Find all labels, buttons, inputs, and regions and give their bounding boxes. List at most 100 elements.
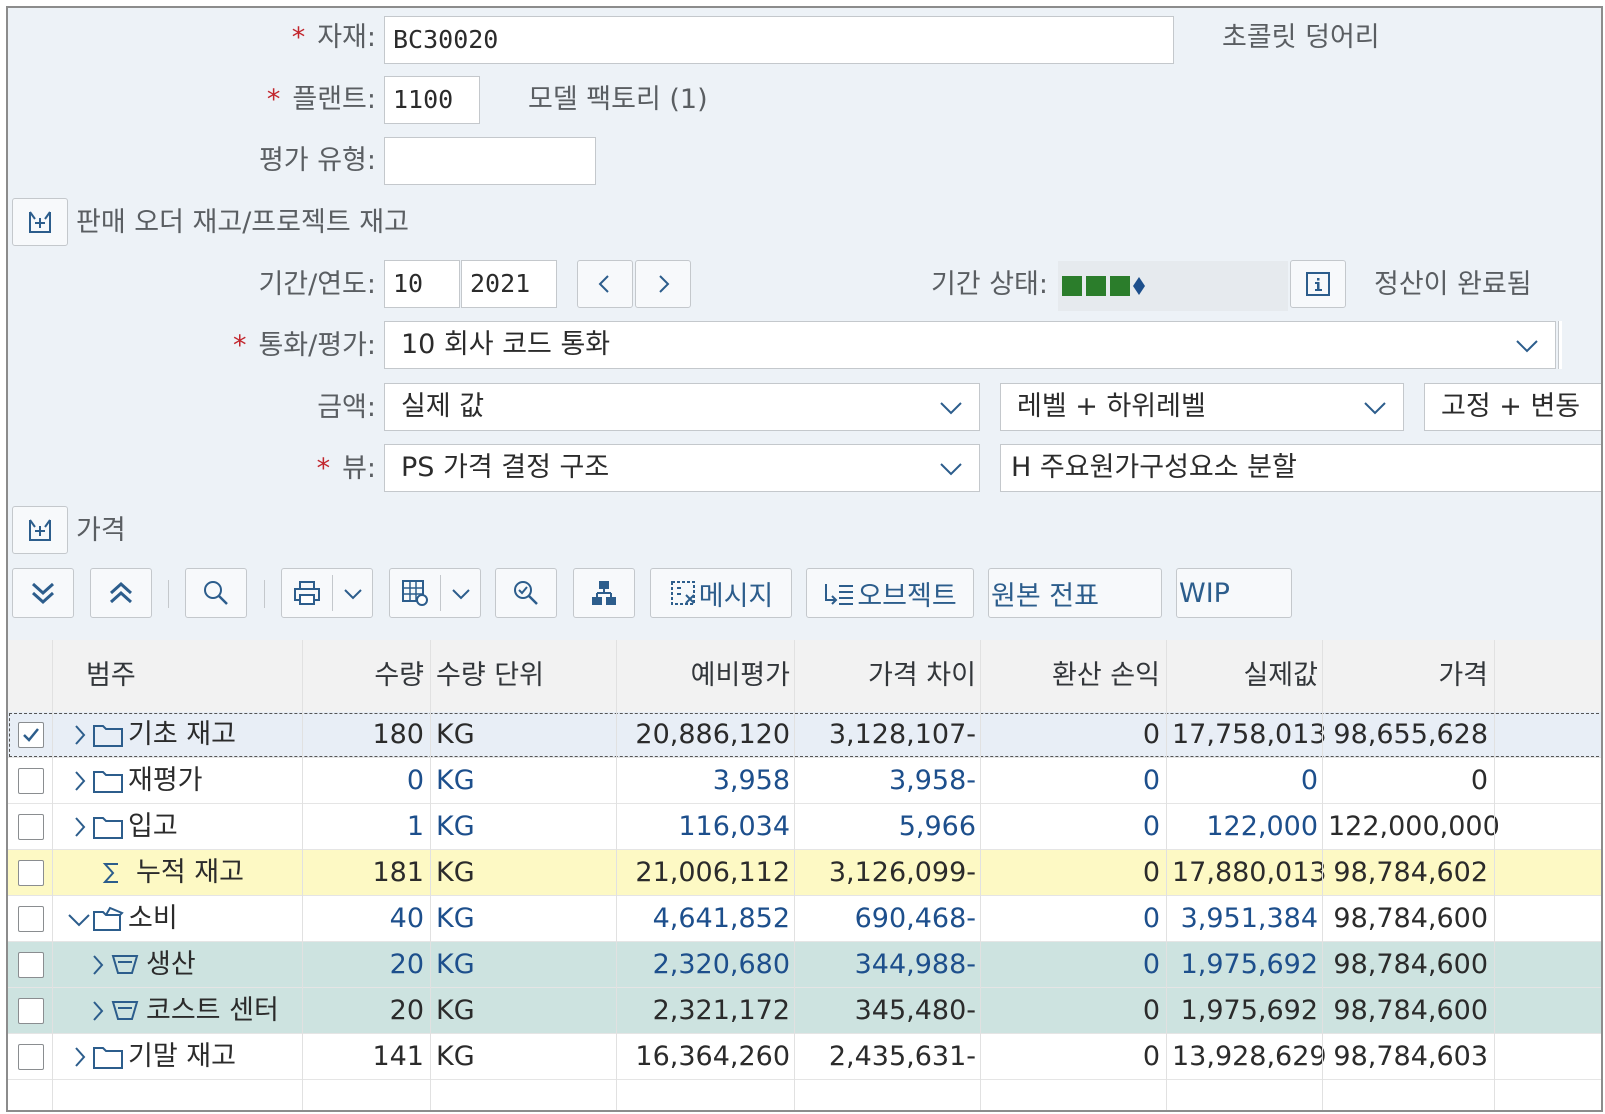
previous-period-button[interactable]	[577, 260, 633, 308]
level-select[interactable]: 레벨 + 하위레벨	[1000, 383, 1404, 431]
status-square	[1086, 276, 1106, 296]
column-divider	[794, 640, 795, 1110]
cost-component-select[interactable]: H 주요원가구성요소 분할	[1000, 444, 1601, 492]
table-header: 범주 수량 수량 단위 예비평가 가격 차이 환산 손익 실제값 가격	[8, 640, 1601, 712]
zoom-icon	[514, 581, 538, 605]
column-header-exchange-gain-loss[interactable]: 환산 손익	[986, 640, 1160, 712]
column-header-preliminary-valuation[interactable]: 예비평가	[622, 640, 790, 712]
column-header-price[interactable]: 가격	[1328, 640, 1488, 712]
row-checkbox[interactable]	[18, 1044, 44, 1070]
table-row[interactable]: 기말 재고 141 KG 16,364,260 2,435,631- 0 13,928,62…	[8, 1034, 1601, 1080]
expand-row-chevron-icon[interactable]	[90, 997, 106, 1025]
quantity-cell: 0	[406, 765, 424, 796]
category-cell: 기초 재고	[128, 719, 236, 750]
period-input[interactable]: 10	[384, 260, 460, 308]
collapse-all-button[interactable]	[90, 568, 152, 618]
quantity-cell: 181	[372, 857, 424, 888]
unit-cell: KG	[436, 903, 475, 934]
row-checkbox[interactable]	[18, 860, 44, 886]
material-input[interactable]: BC30020	[384, 16, 1174, 64]
unit-cell: KG	[436, 765, 475, 796]
source-document-button[interactable]: 원본 전표	[988, 568, 1162, 618]
messages-button-label: 메시지	[698, 580, 774, 612]
column-header-category[interactable]: 범주	[86, 640, 136, 712]
actual-value-cell: 0	[1300, 765, 1318, 796]
category-cell: 입고	[128, 811, 178, 842]
expand-row-chevron-icon[interactable]	[72, 1043, 88, 1071]
object-button[interactable]: 오브젝트	[806, 568, 974, 618]
layout-settings-menu-button[interactable]	[389, 568, 481, 618]
table-row[interactable]: 생산 20 KG 2,320,680 344,988- 0 1,975,692 98,784,…	[8, 942, 1601, 988]
hierarchy-icon	[592, 581, 616, 605]
row-checkbox[interactable]	[18, 722, 44, 748]
column-header-actual-value[interactable]: 실제값	[1172, 640, 1318, 712]
period-year-label: 기간/연도:	[258, 269, 376, 300]
object-button-label: 오브젝트	[857, 580, 957, 612]
row-checkbox[interactable]	[18, 768, 44, 794]
price-difference-cell: 2,435,631-	[828, 1041, 976, 1072]
folder-open-icon	[92, 905, 124, 933]
valuation-type-input[interactable]	[384, 137, 596, 185]
valuation-type-label: 평가 유형:	[258, 145, 376, 176]
cost-flow-icon	[110, 997, 140, 1025]
level-select-value: 레벨 + 하위레벨	[1017, 391, 1206, 422]
table-row[interactable]: 입고 1 KG 116,034 5,966 0 122,000 122,000,000	[8, 804, 1601, 850]
folder-icon	[92, 721, 124, 749]
chevron-down-icon	[1364, 402, 1386, 415]
print-menu-button[interactable]	[281, 568, 373, 618]
actual-value-cell: 3,951,384	[1180, 903, 1318, 934]
hierarchy-button[interactable]	[573, 568, 635, 618]
printer-icon	[294, 581, 320, 605]
chevron-down-icon	[344, 589, 362, 600]
unit-cell: KG	[436, 857, 475, 888]
expand-all-button[interactable]	[12, 568, 74, 618]
table-row[interactable]: 재평가 0 KG 3,958 3,958- 0 0 0	[8, 758, 1601, 804]
status-diamond-icon	[1133, 277, 1145, 295]
currency-select-edge	[1558, 321, 1562, 369]
column-header-price-difference[interactable]: 가격 차이	[800, 640, 976, 712]
row-checkbox[interactable]	[18, 998, 44, 1024]
unit-cell: KG	[436, 1041, 475, 1072]
table-row[interactable]: 누적 재고 181 KG 21,006,112 3,126,099- 0 17,880,01…	[8, 850, 1601, 896]
price-cell: 98,784,600	[1333, 903, 1488, 934]
table-row[interactable]: 기초 재고 180 KG 20,886,120 3,128,107- 0 17,758,01…	[8, 712, 1601, 758]
period-status-text: 정산이 완료됨	[1374, 269, 1532, 300]
expand-sales-order-stock-button[interactable]	[12, 198, 68, 246]
collapse-row-chevron-icon[interactable]	[66, 905, 92, 933]
expand-row-chevron-icon[interactable]	[72, 767, 88, 795]
row-checkbox[interactable]	[18, 952, 44, 978]
double-chevron-down-icon	[31, 582, 55, 605]
zoom-details-button[interactable]	[495, 568, 557, 618]
view-select[interactable]: PS 가격 결정 구조	[384, 444, 980, 492]
table-row[interactable]: 코스트 센터 20 KG 2,321,172 345,480- 0 1,975,692 98,…	[8, 988, 1601, 1034]
expand-price-section-button[interactable]	[12, 506, 68, 554]
plant-input[interactable]: 1100	[384, 76, 480, 124]
column-header-unit[interactable]: 수량 단위	[436, 640, 544, 712]
wip-button[interactable]: WIP	[1176, 568, 1292, 618]
fixed-variable-select[interactable]: 고정 + 변동	[1424, 383, 1601, 431]
expand-row-chevron-icon[interactable]	[72, 721, 88, 749]
split-divider	[440, 575, 441, 611]
column-header-quantity[interactable]: 수량	[308, 640, 424, 712]
row-checkbox[interactable]	[18, 906, 44, 932]
view-select-value: PS 가격 결정 구조	[401, 452, 610, 483]
next-period-button[interactable]	[635, 260, 691, 308]
expand-row-chevron-icon[interactable]	[72, 813, 88, 841]
amount-select[interactable]: 실제 값	[384, 383, 980, 431]
material-price-analysis-screen: * 자재: BC30020 초콜릿 덩어리 * 플랜트: 1100 모델 팩토리 (…	[6, 6, 1603, 1112]
row-checkbox[interactable]	[18, 814, 44, 840]
year-input[interactable]: 2021	[461, 260, 557, 308]
price-cell: 98,784,600	[1333, 949, 1488, 980]
expand-row-chevron-icon[interactable]	[90, 951, 106, 979]
amount-label: 금액:	[317, 392, 376, 423]
quantity-cell: 20	[389, 995, 424, 1026]
messages-button[interactable]: 메시지	[650, 568, 792, 618]
material-label: * 자재:	[291, 22, 376, 53]
period-status-info-button[interactable]	[1290, 260, 1346, 308]
search-button[interactable]	[185, 568, 247, 618]
currency-select[interactable]: 10 회사 코드 통화	[384, 321, 1556, 369]
expand-section-icon	[29, 211, 51, 233]
currency-select-value: 10 회사 코드 통화	[401, 329, 611, 360]
exchange-gain-loss-cell: 0	[1142, 811, 1160, 842]
table-row[interactable]: 소비 40 KG 4,641,852 690,468- 0 3,951,384 98,784,…	[8, 896, 1601, 942]
